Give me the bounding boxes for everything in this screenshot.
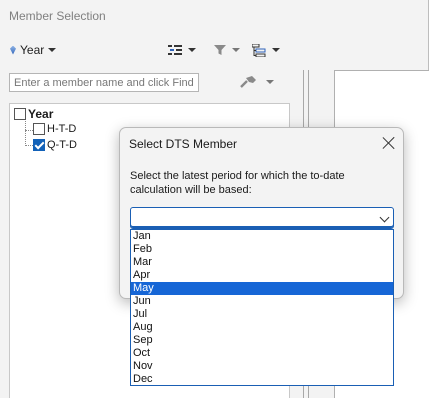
period-combobox[interactable]	[130, 207, 394, 229]
chevron-down-icon	[188, 48, 196, 52]
tree-item-label: H-T-D	[47, 123, 77, 135]
filter-button[interactable]	[214, 42, 240, 58]
option-feb[interactable]: Feb	[131, 243, 393, 256]
option-oct[interactable]: Oct	[131, 347, 393, 360]
list-view-icon	[168, 45, 182, 55]
dialog-prompt: Select the latest period for which the t…	[130, 170, 345, 196]
dimension-dropdown[interactable]: Year	[10, 43, 57, 57]
option-jan[interactable]: Jan	[131, 230, 393, 243]
tree-connector	[25, 130, 33, 131]
period-dropdown-list: Jan Feb Mar Apr May Jun Jul Aug Sep Oct …	[130, 229, 394, 386]
tree-connector	[25, 118, 26, 146]
tree-checkbox[interactable]	[14, 108, 26, 120]
chevron-down-icon	[232, 48, 240, 52]
find-button[interactable]	[240, 73, 274, 91]
chevron-down-icon	[272, 48, 280, 52]
chevron-down-icon	[266, 80, 274, 84]
find-icon	[240, 76, 256, 88]
dimension-icon	[10, 45, 16, 55]
filter-icon	[214, 45, 226, 55]
close-icon[interactable]	[382, 136, 396, 150]
tree-item-htd[interactable]: H-T-D	[33, 123, 76, 135]
tree-item-label: Year	[28, 107, 54, 121]
chevron-down-icon	[48, 48, 57, 52]
option-jun[interactable]: Jun	[131, 295, 393, 308]
window-title: Member Selection	[9, 9, 106, 23]
view-options-button[interactable]	[168, 42, 196, 58]
title-bar: Member Selection	[0, 0, 429, 32]
hierarchy-icon	[252, 43, 266, 57]
tree-connector	[25, 145, 33, 146]
option-may[interactable]: May	[131, 282, 393, 295]
tree-checkbox[interactable]	[33, 139, 45, 151]
dialog-title: Select DTS Member	[129, 137, 238, 151]
chevron-down-icon	[379, 212, 390, 223]
dimension-label: Year	[20, 43, 45, 57]
option-nov[interactable]: Nov	[131, 360, 393, 373]
tree-item-year[interactable]: Year	[14, 107, 53, 121]
tree-item-qtd[interactable]: Q-T-D	[33, 139, 77, 151]
toolbar: Year	[0, 38, 300, 64]
option-sep[interactable]: Sep	[131, 334, 393, 347]
hierarchy-options-button[interactable]	[252, 42, 280, 58]
option-aug[interactable]: Aug	[131, 321, 393, 334]
option-jul[interactable]: Jul	[131, 308, 393, 321]
option-dec[interactable]: Dec	[131, 373, 393, 386]
search-input[interactable]	[9, 73, 199, 92]
tree-item-label: Q-T-D	[47, 139, 77, 151]
option-apr[interactable]: Apr	[131, 269, 393, 282]
option-mar[interactable]: Mar	[131, 256, 393, 269]
tree-checkbox[interactable]	[33, 123, 45, 135]
